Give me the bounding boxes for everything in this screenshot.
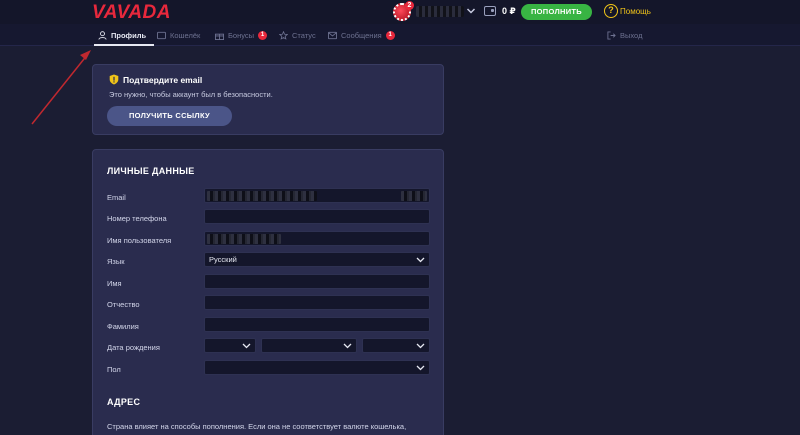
profile-tabs: Профиль Кошелёк Бонусы 1 Статус Сообщени… xyxy=(0,24,800,46)
wallet-icon[interactable] xyxy=(484,6,496,16)
last-name-label: Фамилия xyxy=(107,322,139,331)
tab-label: Профиль xyxy=(111,30,147,40)
tab-label: Статус xyxy=(292,30,316,40)
balance-value: 0 ₽ xyxy=(502,6,516,16)
gift-icon xyxy=(215,33,224,40)
chevron-down-icon xyxy=(416,257,425,263)
star-icon xyxy=(279,30,288,40)
tab-profile[interactable]: Профиль xyxy=(93,24,155,46)
tab-logout[interactable]: Выход xyxy=(607,24,642,46)
verify-title: Подтвердите email xyxy=(123,75,203,85)
logout-icon xyxy=(607,30,616,40)
avatar-notification-badge: 2 xyxy=(405,1,414,10)
gender-label: Пол xyxy=(107,365,121,374)
birth-day-select[interactable] xyxy=(204,338,256,353)
personal-data-title: ЛИЧНЫЕ ДАННЫЕ xyxy=(107,166,195,176)
address-description: Страна влияет на способы пополнения. Есл… xyxy=(107,422,407,435)
language-label: Язык xyxy=(107,257,125,266)
address-title: АДРЕС xyxy=(107,397,141,407)
shield-icon xyxy=(109,74,119,85)
deposit-button[interactable]: ПОПОЛНИТЬ xyxy=(521,4,592,20)
chevron-down-icon xyxy=(242,343,251,349)
username-redacted xyxy=(416,6,464,17)
chevron-down-icon xyxy=(343,343,352,349)
top-bar: VAVADA 2 0 ₽ ПОПОЛНИТЬ ? Помощь xyxy=(0,0,800,24)
chevron-down-icon[interactable] xyxy=(466,5,476,17)
language-value: Русский xyxy=(209,255,237,264)
chevron-down-icon xyxy=(416,365,425,371)
username-label: Имя пользователя xyxy=(107,236,172,245)
last-name-field[interactable] xyxy=(204,317,430,332)
wallet-icon xyxy=(157,31,166,39)
tab-label: Кошелёк xyxy=(170,30,201,40)
username-value-redacted xyxy=(207,234,281,244)
bonuses-badge: 1 xyxy=(258,30,268,40)
help-link[interactable]: Помощь xyxy=(620,7,651,16)
patronymic-field[interactable] xyxy=(204,295,430,310)
first-name-label: Имя xyxy=(107,279,122,288)
birth-date-label: Дата рождения xyxy=(107,343,160,352)
logo[interactable]: VAVADA xyxy=(92,2,171,24)
patronymic-label: Отчество xyxy=(107,300,140,309)
verify-email-card: Подтвердите email Это нужно, чтобы аккау… xyxy=(92,64,444,135)
messages-badge: 1 xyxy=(385,30,395,40)
tab-bonuses[interactable]: Бонусы 1 xyxy=(215,24,268,46)
user-icon xyxy=(98,30,107,40)
get-link-button[interactable]: ПОЛУЧИТЬ ССЫЛКУ xyxy=(107,106,232,126)
username-field[interactable] xyxy=(204,231,430,246)
email-redacted-end xyxy=(401,191,427,201)
chevron-down-icon xyxy=(416,343,425,349)
phone-label: Номер телефона xyxy=(107,214,167,223)
birth-month-select[interactable] xyxy=(261,338,357,353)
first-name-field[interactable] xyxy=(204,274,430,289)
email-label: Email xyxy=(107,193,126,202)
mail-icon xyxy=(328,31,337,39)
personal-data-card: ЛИЧНЫЕ ДАННЫЕ Email Номер телефона Имя п… xyxy=(92,149,444,435)
tab-label: Выход xyxy=(620,30,643,40)
tab-messages[interactable]: Сообщения 1 xyxy=(328,24,395,46)
gender-select[interactable] xyxy=(204,360,430,375)
email-redacted xyxy=(207,191,317,201)
email-field[interactable] xyxy=(204,188,430,203)
help-icon[interactable]: ? xyxy=(604,4,618,18)
verify-description: Это нужно, чтобы аккаунт был в безопасно… xyxy=(109,90,273,99)
language-select[interactable]: Русский xyxy=(204,252,430,267)
tab-label: Бонусы xyxy=(228,30,255,40)
tab-label: Сообщения xyxy=(341,30,382,40)
phone-field[interactable] xyxy=(204,209,430,224)
birth-year-select[interactable] xyxy=(362,338,430,353)
tab-wallet[interactable]: Кошелёк xyxy=(157,24,200,46)
tab-status[interactable]: Статус xyxy=(279,24,316,46)
